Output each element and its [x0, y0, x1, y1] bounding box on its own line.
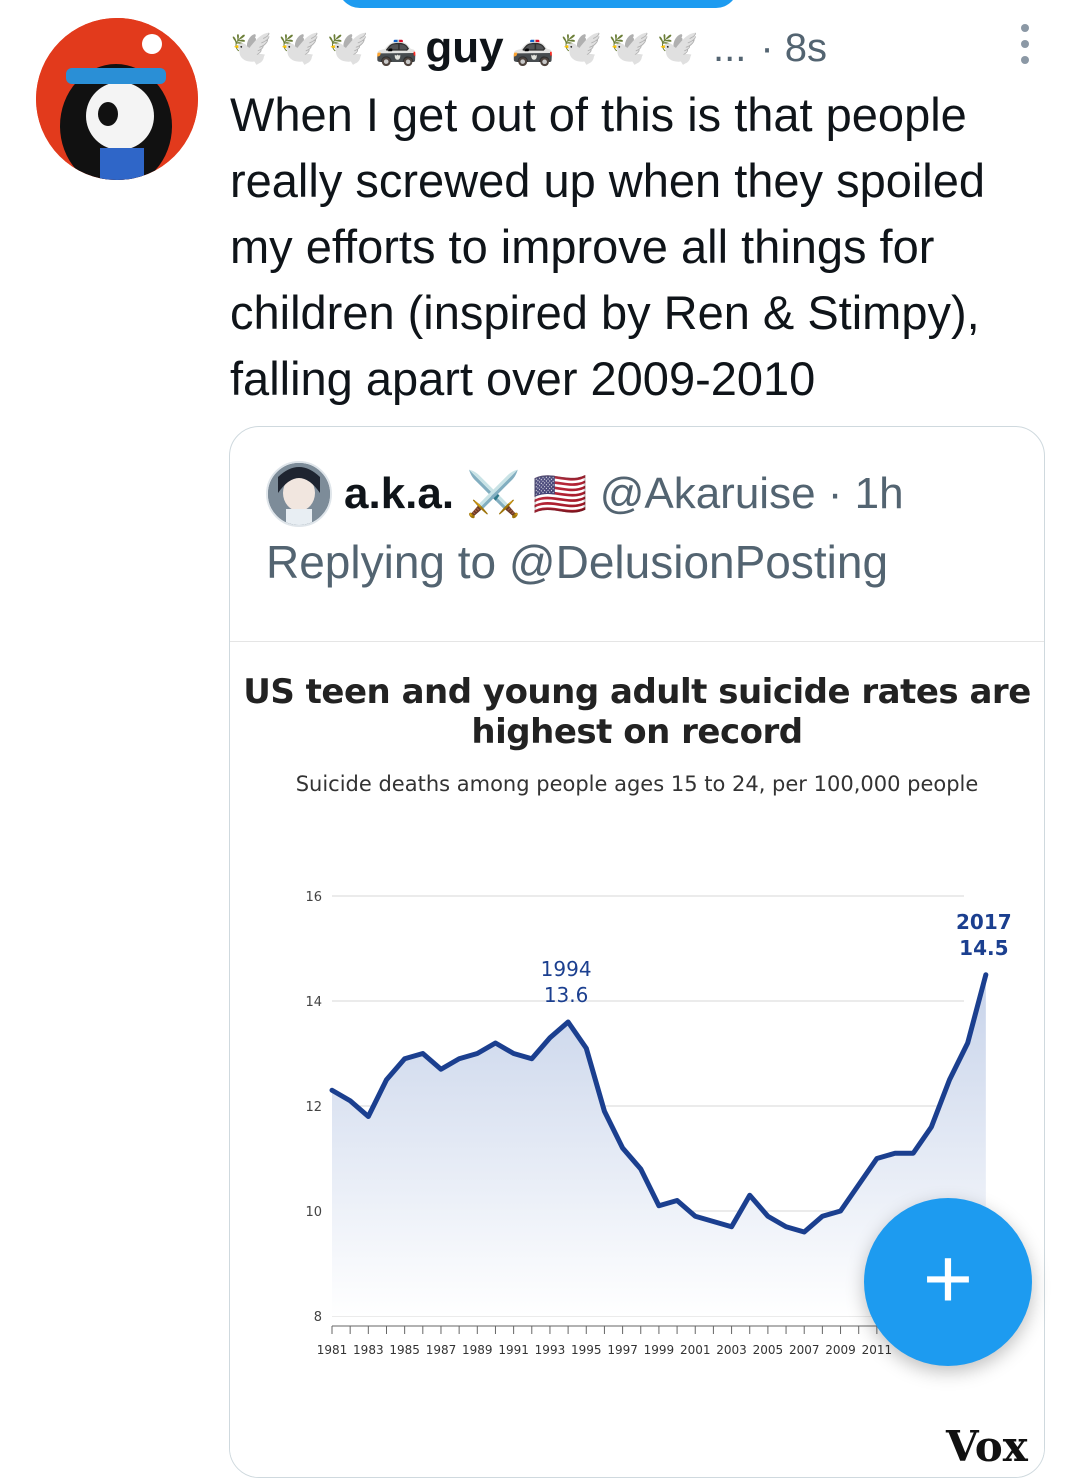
tweet-header: 🕊️ 🕊️ 🕊️ 🚓 guy 🚓 🕊️ 🕊️ 🕊️ ... · 8s: [230, 18, 1040, 78]
replying-to-label: Replying to: [266, 536, 509, 588]
annotation-year: 2017: [956, 910, 1012, 934]
timestamp[interactable]: · 8s: [760, 26, 827, 71]
plus-icon: +: [922, 1231, 974, 1327]
avatar[interactable]: [36, 18, 198, 180]
x-tick-label: 1993: [535, 1343, 566, 1357]
x-tick-label: 1985: [389, 1343, 420, 1357]
police-car-emoji-icon: 🚓: [511, 29, 554, 67]
more-options-icon[interactable]: [1018, 24, 1032, 64]
quoted-tweet-header: a.k.a. ⚔️ 🇺🇸 @Akaruise · 1h: [266, 461, 904, 527]
name-decor-left: 🕊️ 🕊️ 🕊️ 🚓: [230, 28, 417, 68]
quoted-handle-time[interactable]: @Akaruise · 1h: [600, 469, 904, 519]
name-truncation: ...: [712, 25, 747, 70]
new-posts-pill[interactable]: [338, 0, 738, 8]
x-tick-label: 1981: [317, 1343, 348, 1357]
x-tick-label: 1989: [462, 1343, 493, 1357]
annotation-value: 13.6: [544, 983, 589, 1007]
annotation-value: 14.5: [959, 936, 1008, 960]
vox-logo: Vox: [946, 1422, 1028, 1471]
x-tick-label: 1995: [571, 1343, 602, 1357]
y-tick-label: 8: [314, 1310, 322, 1325]
replying-to-handle[interactable]: @DelusionPosting: [509, 536, 888, 588]
y-tick-label: 12: [305, 1100, 322, 1115]
compose-button[interactable]: +: [864, 1198, 1032, 1366]
quoted-display-name[interactable]: a.k.a.: [344, 469, 454, 519]
x-tick-label: 2001: [680, 1343, 711, 1357]
x-tick-label: 2007: [789, 1343, 820, 1357]
y-tick-label: 16: [305, 890, 322, 905]
us-flag-emoji-icon: 🇺🇸: [532, 470, 588, 519]
dove-emoji-icon: 🕊️: [559, 29, 603, 67]
x-tick-label: 1983: [353, 1343, 384, 1357]
tweet-text: When I get out of this is that people re…: [230, 88, 986, 405]
x-tick-label: 2011: [862, 1343, 893, 1357]
x-tick-label: 2003: [716, 1343, 747, 1357]
x-tick-label: 1991: [498, 1343, 529, 1357]
avatar-image: [36, 18, 198, 180]
x-tick-label: 1987: [426, 1343, 457, 1357]
display-name[interactable]: guy: [425, 23, 503, 73]
name-decor-right: 🚓 🕊️ 🕊️ 🕊️: [512, 28, 699, 68]
dove-emoji-icon: 🕊️: [230, 29, 273, 67]
quoted-avatar[interactable]: [266, 461, 332, 527]
dove-emoji-icon: 🕊️: [656, 29, 699, 67]
x-tick-label: 2005: [753, 1343, 784, 1357]
dove-emoji-icon: 🕊️: [326, 29, 370, 67]
y-tick-label: 14: [305, 995, 322, 1010]
dove-emoji-icon: 🕊️: [608, 29, 651, 67]
crossed-swords-emoji-icon: ⚔️: [466, 470, 521, 519]
x-tick-label: 2009: [825, 1343, 856, 1357]
x-tick-label: 1997: [607, 1343, 638, 1357]
dove-emoji-icon: 🕊️: [278, 29, 321, 67]
police-car-emoji-icon: 🚓: [375, 29, 418, 67]
annotation-year: 1994: [541, 957, 592, 981]
x-tick-label: 1999: [644, 1343, 675, 1357]
y-tick-label: 10: [305, 1205, 322, 1220]
replying-to: Replying to @DelusionPosting: [266, 535, 888, 589]
